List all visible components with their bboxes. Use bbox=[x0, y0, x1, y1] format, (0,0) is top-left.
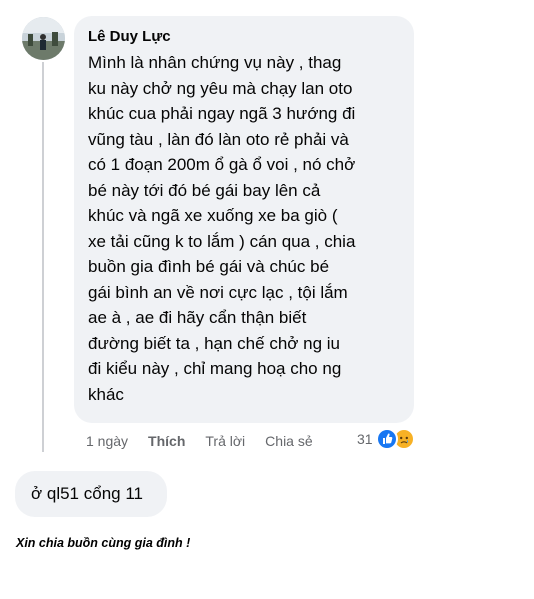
reply-bubble: ở ql51 cổng 11 bbox=[15, 471, 167, 517]
avatar-image bbox=[22, 17, 65, 60]
thread-line bbox=[42, 62, 44, 452]
like-button[interactable]: Thích bbox=[148, 433, 185, 449]
like-icon bbox=[375, 428, 398, 450]
reactions-summary[interactable]: 31 bbox=[357, 428, 415, 450]
caption-text: Xin chia buồn cùng gia đình ! bbox=[16, 536, 191, 550]
comment-time[interactable]: 1 ngày bbox=[86, 433, 128, 449]
reply-text: ở ql51 cổng 11 bbox=[31, 484, 143, 503]
reaction-count: 31 bbox=[357, 431, 373, 447]
reply-button[interactable]: Trả lời bbox=[205, 433, 245, 449]
avatar[interactable] bbox=[22, 17, 65, 60]
comment-text: Mình là nhân chứng vụ này , thag ku này … bbox=[88, 53, 356, 404]
share-button[interactable]: Chia sẻ bbox=[265, 433, 312, 449]
comment-actions: 1 ngày Thích Trả lời Chia sẻ bbox=[86, 430, 333, 452]
comment-bubble: Lê Duy Lực Mình là nhân chứng vụ này , t… bbox=[74, 16, 414, 423]
comment-author[interactable]: Lê Duy Lực bbox=[88, 27, 400, 47]
